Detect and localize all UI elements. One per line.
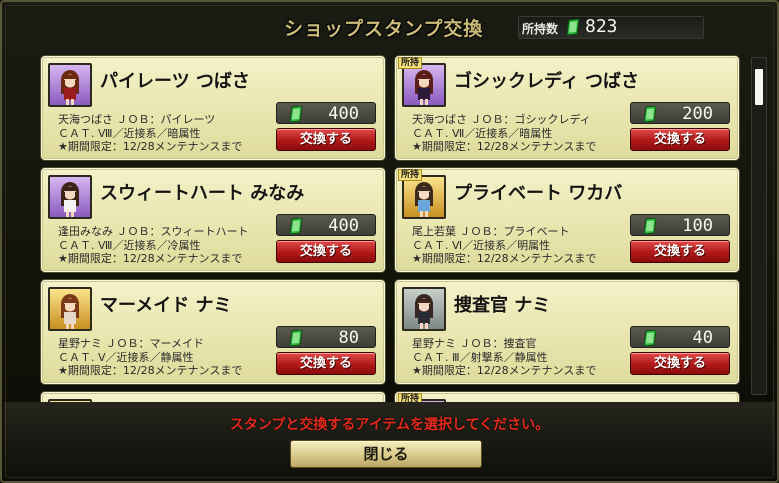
price-box: 200 [630,102,730,124]
stamp-item-card[interactable]: マーメイド ナミ 星野ナミ ＪＯＢ：マーメイド ＣＡＴ. Ⅴ／近接系／静属性 ★… [41,280,385,384]
stamp-item-card[interactable] [41,392,385,402]
stamp-item-card[interactable]: パイレーツ つばさ 天海つばさ ＪＯＢ：パイレーツ ＣＡＴ. Ⅷ／近接系／暗属性… [41,56,385,160]
character-tsubasa-gothic-icon [402,63,446,107]
item-job: 星野ナミ ＪＯＢ：マーメイド [58,337,205,350]
exchange-button[interactable]: 交換する [630,352,730,375]
item-category: ＣＡＴ. Ⅷ／近接系／冷属性 [58,238,201,252]
stamp-icon [289,329,303,350]
item-limited: ★期間限定：12/28メンテナンスまで [412,252,597,266]
scrollbar-thumb[interactable] [755,69,763,105]
stamp-item-card[interactable]: 所持 [395,392,739,402]
exchange-button[interactable]: 交換する [630,128,730,151]
item-info: 逢田みなみ ＪＯＢ：スウィートハート ＣＡＴ. Ⅷ／近接系／冷属性 ★期間限定：… [58,225,249,266]
price-value: 400 [328,104,359,124]
stamp-item-list[interactable]: パイレーツ つばさ 天海つばさ ＪＯＢ：パイレーツ ＣＡＴ. Ⅷ／近接系／暗属性… [36,54,770,402]
stamp-icon [566,18,580,39]
item-name: マーメイド ナミ [100,295,232,316]
character-nami-mermaid-icon [48,287,92,331]
owned-tag: 所持 [398,393,423,402]
item-job: 天海つばさ ＪＯＢ：パイレーツ [58,113,216,126]
item-limited: ★期間限定：12/28メンテナンスまで [412,140,597,154]
stamp-icon [289,105,303,126]
owned-tag: 所持 [398,169,423,181]
item-category: ＣＡＴ. Ⅷ／近接系／暗属性 [58,126,201,140]
character-wakaba-private-icon [402,175,446,219]
stamp-item-card[interactable]: 所持 ゴシックレディ つばさ 天海つばさ ＪＯＢ：ゴシックレディ ＣＡＴ. Ⅶ／… [395,56,739,160]
character-nami-investigator-icon [402,287,446,331]
owned-count: 823 [585,16,618,37]
character-tsubasa-pirates-icon [48,63,92,107]
item-info: 星野ナミ ＪＯＢ：マーメイド ＣＡＴ. Ⅴ／近接系／静属性 ★期間限定：12/2… [58,337,242,378]
item-job: 尾上若葉 ＪＯＢ：プライベート [412,225,570,238]
item-name: ゴシックレディ つばさ [454,71,640,92]
owned-tag: 所持 [398,57,423,69]
item-limited: ★期間限定：12/28メンテナンスまで [58,140,243,154]
instruction-text: スタンプと交換するアイテムを選択してください。 [229,417,550,433]
stamp-item-card[interactable]: 所持 プライベート ワカバ 尾上若葉 ＪＯＢ：プライベート ＣＡＴ. Ⅵ／近接系… [395,168,739,272]
stamp-item-card[interactable]: 捜査官 ナミ 星野ナミ ＪＯＢ：捜査官 ＣＡＴ. Ⅲ／射撃系／静属性 ★期間限定… [395,280,739,384]
stamp-icon [289,217,303,238]
exchange-button[interactable]: 交換する [630,240,730,263]
item-job: 星野ナミ ＪＯＢ：捜査官 [412,337,537,350]
item-name: スウィートハート みなみ [100,183,305,204]
owned-label: 所持数 [522,22,559,36]
item-job: 天海つばさ ＪＯＢ：ゴシックレディ [412,113,591,126]
price-value: 400 [328,216,359,236]
item-name: パイレーツ つばさ [100,71,250,92]
price-value: 40 [692,328,713,348]
exchange-button[interactable]: 交換する [276,128,376,151]
item-info: 尾上若葉 ＪＯＢ：プライベート ＣＡＴ. Ⅵ／近接系／明属性 ★期間限定：12/… [412,225,596,266]
stamp-icon [643,217,657,238]
item-limited: ★期間限定：12/28メンテナンスまで [58,252,243,266]
item-category: ＣＡＴ. Ⅵ／近接系／明属性 [412,238,551,252]
price-box: 400 [276,214,376,236]
close-button[interactable]: 閉じる [290,440,482,468]
item-info: 天海つばさ ＪＯＢ：ゴシックレディ ＣＡＴ. Ⅶ／近接系／暗属性 ★期間限定：1… [412,113,596,154]
item-category: ＣＡＴ. Ⅶ／近接系／暗属性 [412,126,553,140]
price-box: 400 [276,102,376,124]
price-value: 80 [338,328,359,348]
stamp-icon [643,105,657,126]
item-job: 逢田みなみ ＪＯＢ：スウィートハート [58,225,249,238]
item-info: 星野ナミ ＪＯＢ：捜査官 ＣＡＴ. Ⅲ／射撃系／静属性 ★期間限定：12/28メ… [412,337,596,378]
price-box: 80 [276,326,376,348]
exchange-button[interactable]: 交換する [276,352,376,375]
stamp-icon [643,329,657,350]
item-name: プライベート ワカバ [454,183,623,204]
exchange-button[interactable]: 交換する [276,240,376,263]
item-info: 天海つばさ ＪＯＢ：パイレーツ ＣＡＴ. Ⅷ／近接系／暗属性 ★期間限定：12/… [58,113,242,154]
price-box: 100 [630,214,730,236]
character-minami-sweetheart-icon [48,175,92,219]
item-category: ＣＡＴ. Ⅲ／射撃系／静属性 [412,350,548,364]
dialog-title: ショップスタンプ交換 [284,18,484,40]
stamp-item-card[interactable]: スウィートハート みなみ 逢田みなみ ＪＯＢ：スウィートハート ＣＡＴ. Ⅷ／近… [41,168,385,272]
price-value: 100 [682,216,713,236]
price-box: 40 [630,326,730,348]
price-value: 200 [682,104,713,124]
item-name: 捜査官 ナミ [454,295,551,316]
item-category: ＣＡＴ. Ⅴ／近接系／静属性 [58,350,194,364]
item-limited: ★期間限定：12/28メンテナンスまで [412,364,597,378]
item-limited: ★期間限定：12/28メンテナンスまで [58,364,243,378]
list-scrollbar[interactable] [751,57,767,395]
